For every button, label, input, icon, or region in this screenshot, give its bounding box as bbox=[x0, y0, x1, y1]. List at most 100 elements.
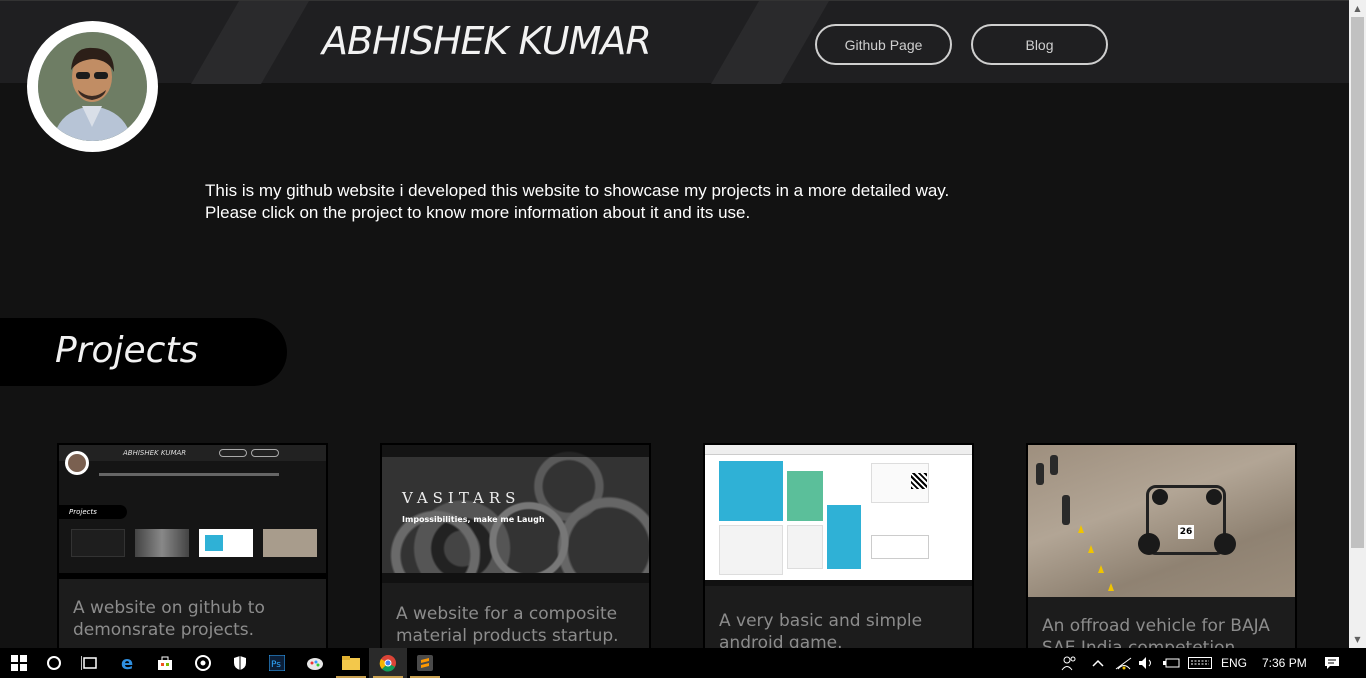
mini-browser-bar bbox=[705, 445, 972, 455]
battery-icon[interactable] bbox=[1162, 648, 1180, 678]
header-slant-decoration bbox=[711, 1, 829, 84]
game-score-screen bbox=[827, 505, 861, 569]
chrome-icon[interactable] bbox=[369, 648, 407, 678]
project-thumbnail: 26 bbox=[1028, 445, 1295, 597]
profile-photo bbox=[38, 32, 147, 141]
people-icon[interactable] bbox=[1060, 648, 1078, 678]
intro-line: Please click on the project to know more… bbox=[205, 203, 751, 222]
avatar bbox=[27, 21, 158, 152]
project-description-line: An offroad vehicle for BAJA bbox=[1042, 616, 1270, 636]
mini-card bbox=[71, 529, 125, 557]
person-figure bbox=[1036, 463, 1044, 485]
mini-card bbox=[263, 529, 317, 557]
project-card-github-website[interactable]: ABHISHEK KUMAR Projects A website on git… bbox=[57, 443, 328, 648]
game-screen bbox=[719, 461, 783, 521]
project-description-line: A website on github to bbox=[73, 598, 265, 618]
project-thumbnail bbox=[705, 445, 972, 586]
project-description-line: demonsrate projects. bbox=[73, 620, 255, 640]
cone bbox=[1088, 545, 1094, 553]
mini-text-line bbox=[99, 473, 279, 476]
scroll-down-icon[interactable]: ▼ bbox=[1349, 631, 1366, 648]
project-description-line: A website for a composite bbox=[396, 604, 618, 624]
person-figure bbox=[1050, 455, 1058, 475]
action-center-icon[interactable] bbox=[1324, 648, 1340, 678]
wifi-icon[interactable] bbox=[1115, 648, 1133, 678]
clock[interactable]: 7:36 PM bbox=[1262, 648, 1307, 678]
volume-icon[interactable] bbox=[1138, 648, 1156, 678]
project-description-line: android game. bbox=[719, 633, 843, 648]
project-description: A website for a composite material produ… bbox=[396, 603, 641, 647]
cone bbox=[1108, 583, 1114, 591]
intro-text: This is my github website i developed th… bbox=[205, 180, 949, 224]
mini-header bbox=[59, 445, 326, 461]
project-description: A website on github to demonsrate projec… bbox=[73, 597, 318, 641]
scrollbar-thumb[interactable] bbox=[1351, 17, 1364, 548]
qr-code bbox=[911, 473, 927, 489]
project-thumbnail: ABHISHEK KUMAR Projects bbox=[59, 445, 326, 579]
mini-card bbox=[199, 529, 253, 557]
buggy-number-plate: 26 bbox=[1178, 525, 1194, 539]
photoshop-icon[interactable]: Ps bbox=[258, 648, 296, 678]
mini-title: ABHISHEK KUMAR bbox=[123, 449, 187, 457]
project-card-composite-startup[interactable]: VASITARS Impossibilities, make me Laugh … bbox=[380, 443, 651, 648]
project-description-line: A very basic and simple bbox=[719, 611, 923, 631]
project-description: A very basic and simple android game. bbox=[719, 610, 964, 648]
projects-heading: Projects bbox=[55, 330, 199, 371]
pipes-image bbox=[382, 445, 649, 583]
chevron-up-icon[interactable] bbox=[1092, 648, 1104, 678]
mini-button bbox=[219, 449, 247, 457]
game-grid bbox=[787, 471, 823, 521]
browser-viewport: ABHISHEK KUMAR Github Page Blog This is … bbox=[0, 0, 1349, 648]
cone bbox=[1078, 525, 1084, 533]
cortana-icon[interactable] bbox=[35, 648, 73, 678]
project-description-line: SAE India competetion. bbox=[1042, 638, 1241, 648]
windows-start-icon[interactable] bbox=[0, 648, 38, 678]
twitter-widget bbox=[871, 535, 929, 559]
task-view-icon[interactable] bbox=[71, 648, 109, 678]
projects-banner: Projects bbox=[0, 318, 287, 386]
file-explorer-icon[interactable] bbox=[332, 648, 370, 678]
github-page-button[interactable]: Github Page bbox=[815, 24, 952, 65]
vasitars-tagline: Impossibilities, make me Laugh bbox=[402, 515, 545, 524]
site-header: ABHISHEK KUMAR Github Page Blog bbox=[0, 0, 1349, 84]
keyboard-icon[interactable] bbox=[1188, 648, 1212, 678]
mini-projects-heading: Projects bbox=[59, 505, 127, 519]
mini-button bbox=[251, 449, 279, 457]
mini-taskbar bbox=[382, 573, 649, 583]
scroll-up-icon[interactable]: ▲ bbox=[1349, 0, 1366, 17]
sublime-text-icon[interactable] bbox=[406, 648, 444, 678]
project-description: An offroad vehicle for BAJA SAE India co… bbox=[1042, 615, 1287, 648]
defender-icon[interactable] bbox=[221, 648, 259, 678]
mini-avatar bbox=[65, 451, 89, 475]
vasitars-logo: VASITARS bbox=[402, 489, 521, 507]
project-thumbnail: VASITARS Impossibilities, make me Laugh bbox=[382, 445, 649, 583]
store-icon[interactable] bbox=[146, 648, 184, 678]
mini-taskbar bbox=[59, 573, 326, 579]
site-title: ABHISHEK KUMAR bbox=[322, 19, 652, 63]
svg-text:Ps: Ps bbox=[271, 660, 281, 670]
game-keypad bbox=[719, 525, 783, 575]
person-figure bbox=[1062, 495, 1070, 525]
media-player-icon[interactable] bbox=[184, 648, 222, 678]
vertical-scrollbar[interactable]: ▲ ▼ bbox=[1349, 0, 1366, 648]
mini-navbar bbox=[382, 445, 649, 457]
blog-button[interactable]: Blog bbox=[971, 24, 1108, 65]
game-panel bbox=[787, 525, 823, 569]
paint-icon[interactable] bbox=[296, 648, 334, 678]
mini-card bbox=[135, 529, 189, 557]
project-card-android-game[interactable]: A very basic and simple android game. bbox=[703, 443, 974, 648]
buggy-wheel bbox=[1152, 489, 1168, 505]
project-description-line: material products startup. bbox=[396, 626, 619, 646]
windows-taskbar: e Ps ENG 7:36 PM bbox=[0, 648, 1366, 678]
buggy-wheel bbox=[1214, 533, 1236, 555]
project-card-baja-vehicle[interactable]: 26 An offroad vehicle for BAJA SAE India… bbox=[1026, 443, 1297, 648]
svg-text:e: e bbox=[121, 654, 133, 672]
buggy-wheel bbox=[1206, 489, 1222, 505]
intro-line: This is my github website i developed th… bbox=[205, 181, 950, 200]
header-slant-decoration bbox=[191, 1, 309, 84]
cone bbox=[1098, 565, 1104, 573]
edge-browser-icon[interactable]: e bbox=[109, 648, 147, 678]
mini-taskbar bbox=[705, 580, 972, 586]
language-indicator[interactable]: ENG bbox=[1221, 648, 1247, 678]
buggy-wheel bbox=[1138, 533, 1160, 555]
